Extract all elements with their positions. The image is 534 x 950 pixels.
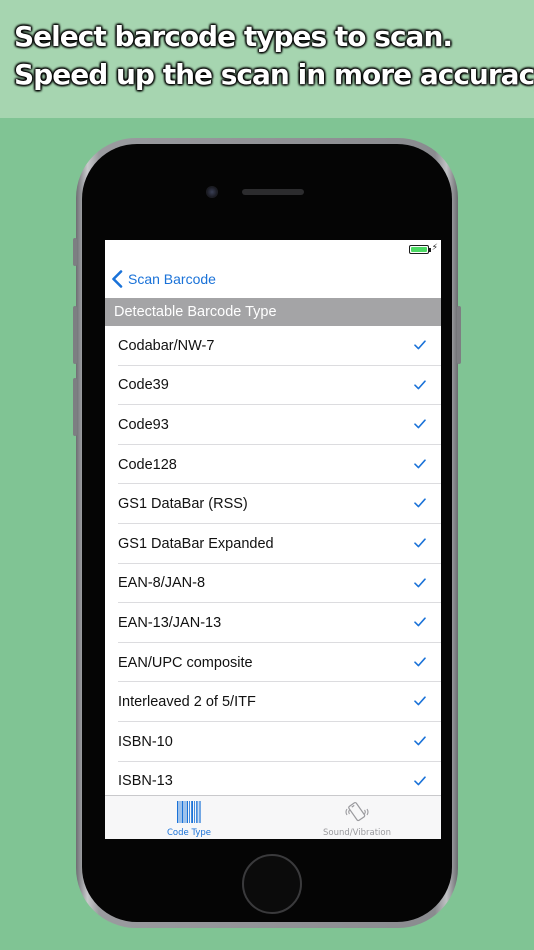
power-button — [457, 306, 461, 364]
list-item[interactable]: EAN-8/JAN-8 — [105, 564, 441, 604]
list-item[interactable]: Code39 — [105, 366, 441, 406]
list-item[interactable]: GS1 DataBar Expanded — [105, 524, 441, 564]
barcode-type-label: ISBN-10 — [118, 733, 173, 750]
list-item[interactable]: Codabar/NW-7 — [105, 326, 441, 366]
list-item[interactable]: EAN/UPC composite — [105, 643, 441, 683]
barcode-type-label: EAN-8/JAN-8 — [118, 575, 206, 592]
app-screen: ⚡ Scan Barcode Detectable Barcode Type C… — [105, 240, 441, 839]
promo-line-2: Speed up the scan in more accuracy. — [14, 58, 534, 91]
list-item[interactable]: ISBN-10 — [105, 722, 441, 762]
checkmark-icon — [414, 459, 426, 469]
volume-down-button — [73, 378, 77, 436]
barcode-type-label: Codabar/NW-7 — [118, 337, 215, 354]
earpiece-speaker — [242, 189, 304, 195]
phone-bezel: ⚡ Scan Barcode Detectable Barcode Type C… — [82, 144, 452, 922]
barcode-type-label: EAN/UPC composite — [118, 654, 253, 671]
barcode-type-label: GS1 DataBar Expanded — [118, 535, 274, 552]
barcode-type-label: EAN-13/JAN-13 — [118, 614, 222, 631]
navigation-bar: Scan Barcode — [105, 260, 441, 298]
checkmark-icon — [414, 657, 426, 667]
barcode-icon — [177, 801, 201, 823]
barcode-type-label: GS1 DataBar (RSS) — [118, 496, 248, 513]
volume-up-button — [73, 306, 77, 364]
checkmark-icon — [414, 617, 426, 627]
promo-line-1: Select barcode types to scan. — [14, 20, 453, 53]
barcode-type-label: ISBN-13 — [118, 773, 173, 790]
checkmark-icon — [414, 498, 426, 508]
battery-charging-icon — [409, 245, 431, 254]
barcode-type-list: Codabar/NW-7 Code39 Code93 Code128 GS1 DataB… — [105, 326, 441, 801]
list-item[interactable]: Code93 — [105, 405, 441, 445]
tab-bar: Code Type Sound/Vibration — [105, 795, 441, 839]
tab-code-type[interactable]: Code Type — [105, 796, 273, 839]
mute-switch — [73, 238, 77, 266]
barcode-type-label: Code39 — [118, 377, 169, 394]
barcode-type-label: Interleaved 2 of 5/ITF — [118, 694, 256, 711]
back-button[interactable]: Scan Barcode — [111, 268, 216, 290]
home-button[interactable] — [242, 854, 302, 914]
list-item[interactable]: EAN-13/JAN-13 — [105, 603, 441, 643]
checkmark-icon — [414, 379, 426, 389]
checkmark-icon — [414, 577, 426, 587]
checkmark-icon — [414, 419, 426, 429]
barcode-type-label: Code128 — [118, 456, 177, 473]
list-item[interactable]: Code128 — [105, 445, 441, 485]
back-button-label: Scan Barcode — [128, 271, 216, 287]
vibration-icon — [345, 802, 369, 822]
checkmark-icon — [414, 538, 426, 548]
promo-banner: Select barcode types to scan. Speed up t… — [0, 0, 534, 118]
chevron-left-icon — [112, 270, 123, 288]
list-item[interactable]: Interleaved 2 of 5/ITF — [105, 682, 441, 722]
tab-sound-vibration[interactable]: Sound/Vibration — [273, 796, 441, 839]
section-header: Detectable Barcode Type — [105, 298, 441, 326]
checkmark-icon — [414, 775, 426, 785]
checkmark-icon — [414, 736, 426, 746]
status-bar: ⚡ — [105, 240, 441, 260]
phone-frame: ⚡ Scan Barcode Detectable Barcode Type C… — [73, 138, 461, 928]
checkmark-icon — [414, 340, 426, 350]
list-item[interactable]: GS1 DataBar (RSS) — [105, 484, 441, 524]
barcode-type-label: Code93 — [118, 416, 169, 433]
front-camera — [206, 186, 218, 198]
tab-sound-vibration-label: Sound/Vibration — [323, 828, 391, 838]
checkmark-icon — [414, 696, 426, 706]
tab-code-type-label: Code Type — [167, 828, 211, 838]
charging-bolt-icon: ⚡ — [431, 243, 438, 253]
